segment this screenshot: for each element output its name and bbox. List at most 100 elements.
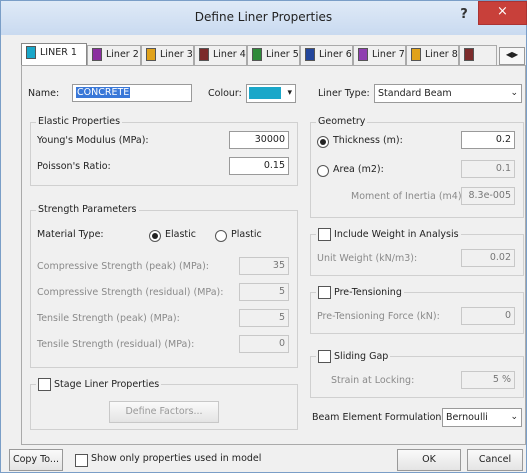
tab-label: Liner 5 bbox=[266, 49, 299, 60]
moment-of-inertia-input[interactable]: 8.3e-005 bbox=[461, 187, 515, 205]
sliding-gap-label: Sliding Gap bbox=[334, 351, 389, 362]
pretension-force-label: Pre-Tensioning Force (kN): bbox=[317, 311, 440, 322]
beam-formulation-label: Beam Element Formulation: bbox=[312, 412, 445, 423]
tensile-residual-input[interactable]: 0 bbox=[239, 335, 289, 353]
pretension-force-input[interactable]: 0 bbox=[461, 307, 515, 325]
tab-label: LINER 1 bbox=[40, 47, 77, 58]
dialog-title: Define Liner Properties bbox=[194, 10, 333, 24]
stage-liner-header: Stage Liner Properties bbox=[36, 378, 162, 391]
sliding-gap-header: Sliding Gap bbox=[316, 350, 391, 363]
weight-group: Include Weight in Analysis Unit Weight (… bbox=[310, 228, 524, 276]
geometry-group: Geometry Thickness (m): 0.2 Area (m2): 0… bbox=[310, 116, 524, 218]
compressive-residual-input[interactable]: 5 bbox=[239, 283, 289, 301]
compressive-peak-label: Compressive Strength (peak) (MPa): bbox=[37, 261, 209, 272]
thickness-radio[interactable] bbox=[317, 136, 329, 148]
pretension-label: Pre-Tensioning bbox=[334, 287, 402, 298]
area-label: Area (m2): bbox=[333, 164, 384, 175]
colour-swatch bbox=[249, 87, 281, 99]
liner-8-color-swatch bbox=[411, 48, 421, 61]
poisson-ratio-input[interactable]: 0.15 bbox=[229, 157, 289, 175]
liner-3-color-swatch bbox=[146, 48, 156, 61]
tab-scroll-arrows[interactable]: ◀▶ bbox=[499, 47, 525, 65]
area-radio[interactable] bbox=[317, 165, 329, 177]
sliding-gap-checkbox[interactable] bbox=[318, 350, 331, 363]
compressive-peak-input[interactable]: 35 bbox=[239, 257, 289, 275]
elastic-properties-group: Elastic Properties Young's Modulus (MPa)… bbox=[30, 116, 298, 186]
elastic-radio[interactable] bbox=[149, 230, 161, 242]
stage-liner-checkbox[interactable] bbox=[38, 378, 51, 391]
tensile-residual-label: Tensile Strength (residual) (MPa): bbox=[37, 339, 195, 350]
liner-tabs: LINER 1 Liner 2 Liner 3 Liner 4 Liner 5 … bbox=[21, 43, 526, 65]
name-label: Name: bbox=[28, 88, 60, 99]
tab-label: Liner 6 bbox=[319, 49, 352, 60]
tab-label: Liner 2 bbox=[106, 49, 139, 60]
close-button[interactable]: × bbox=[478, 1, 527, 25]
tab-liner-4[interactable]: Liner 4 bbox=[194, 45, 247, 65]
liner-7-color-swatch bbox=[358, 48, 368, 61]
sliding-gap-group: Sliding Gap Strain at Locking: 5 % bbox=[310, 350, 524, 398]
help-button[interactable]: ? bbox=[455, 7, 473, 25]
liner-1-color-swatch bbox=[26, 46, 36, 59]
strength-parameters-group: Strength Parameters Material Type: Elast… bbox=[30, 204, 298, 368]
liner-type-value: Standard Beam bbox=[378, 88, 452, 99]
show-only-used-checkbox[interactable] bbox=[75, 454, 88, 467]
liner-4-color-swatch bbox=[199, 48, 209, 61]
name-input[interactable]: CONCRETE bbox=[72, 84, 192, 102]
moment-of-inertia-label: Moment of Inertia (m4): bbox=[351, 191, 465, 202]
dialog-window: Define Liner Properties ? × LINER 1 Line… bbox=[0, 0, 527, 473]
include-weight-checkbox[interactable] bbox=[318, 228, 331, 241]
tensile-peak-label: Tensile Strength (peak) (MPa): bbox=[37, 313, 180, 324]
liner-5-color-swatch bbox=[252, 48, 262, 61]
chevron-down-icon: ▾ bbox=[287, 88, 292, 98]
name-value: CONCRETE bbox=[76, 87, 131, 98]
elastic-properties-title: Elastic Properties bbox=[36, 116, 123, 127]
chevron-down-icon: ⌄ bbox=[510, 88, 518, 98]
tab-label: Liner 3 bbox=[160, 49, 193, 60]
tab-label: Liner 4 bbox=[213, 49, 246, 60]
area-input[interactable]: 0.1 bbox=[461, 160, 515, 178]
weight-header: Include Weight in Analysis bbox=[316, 228, 461, 241]
youngs-modulus-label: Young's Modulus (MPa): bbox=[37, 135, 149, 146]
tensile-peak-input[interactable]: 5 bbox=[239, 309, 289, 327]
chevron-down-icon: ⌄ bbox=[510, 412, 518, 422]
elastic-radio-label: Elastic bbox=[165, 229, 197, 240]
strain-at-locking-input[interactable]: 5 % bbox=[461, 371, 515, 389]
liner-9-color-swatch bbox=[464, 48, 474, 61]
copy-to-button[interactable]: Copy To... bbox=[9, 449, 63, 471]
colour-picker[interactable]: ▾ bbox=[246, 84, 296, 103]
liner-6-color-swatch bbox=[305, 48, 315, 61]
liner-type-select[interactable]: Standard Beam ⌄ bbox=[374, 84, 522, 103]
unit-weight-label: Unit Weight (kN/m3): bbox=[317, 253, 418, 264]
tab-liner-1[interactable]: LINER 1 bbox=[21, 43, 87, 65]
plastic-radio[interactable] bbox=[215, 230, 227, 242]
plastic-radio-label: Plastic bbox=[231, 229, 262, 240]
tab-liner-5[interactable]: Liner 5 bbox=[247, 45, 300, 65]
beam-formulation-select[interactable]: Bernoulli ⌄ bbox=[442, 408, 522, 427]
pretension-header: Pre-Tensioning bbox=[316, 286, 404, 299]
tab-liner-6[interactable]: Liner 6 bbox=[300, 45, 353, 65]
material-type-label: Material Type: bbox=[37, 229, 104, 240]
poisson-ratio-label: Poisson's Ratio: bbox=[37, 161, 111, 172]
unit-weight-input[interactable]: 0.02 bbox=[461, 249, 515, 267]
strength-parameters-title: Strength Parameters bbox=[36, 204, 139, 215]
tab-liner-8[interactable]: Liner 8 bbox=[406, 45, 459, 65]
tab-liner-7[interactable]: Liner 7 bbox=[353, 45, 406, 65]
cancel-button[interactable]: Cancel bbox=[467, 449, 523, 471]
liner-type-label: Liner Type: bbox=[318, 88, 370, 99]
tab-liner-2[interactable]: Liner 2 bbox=[87, 45, 141, 65]
tab-liner-3[interactable]: Liner 3 bbox=[141, 45, 194, 65]
thickness-input[interactable]: 0.2 bbox=[461, 131, 515, 149]
tab-label: Liner 7 bbox=[372, 49, 405, 60]
title-bar: Define Liner Properties ? × bbox=[1, 1, 527, 35]
stage-liner-group: Stage Liner Properties Define Factors... bbox=[30, 378, 298, 430]
compressive-residual-label: Compressive Strength (residual) (MPa): bbox=[37, 287, 224, 298]
strain-at-locking-label: Strain at Locking: bbox=[331, 375, 415, 386]
youngs-modulus-input[interactable]: 30000 bbox=[229, 131, 289, 149]
tab-liner-9[interactable] bbox=[459, 45, 497, 65]
define-factors-button[interactable]: Define Factors... bbox=[109, 401, 219, 423]
include-weight-label: Include Weight in Analysis bbox=[334, 229, 459, 240]
stage-liner-label: Stage Liner Properties bbox=[54, 379, 160, 390]
tab-label: Liner 8 bbox=[425, 49, 458, 60]
ok-button[interactable]: OK bbox=[397, 449, 461, 471]
pretension-checkbox[interactable] bbox=[318, 286, 331, 299]
